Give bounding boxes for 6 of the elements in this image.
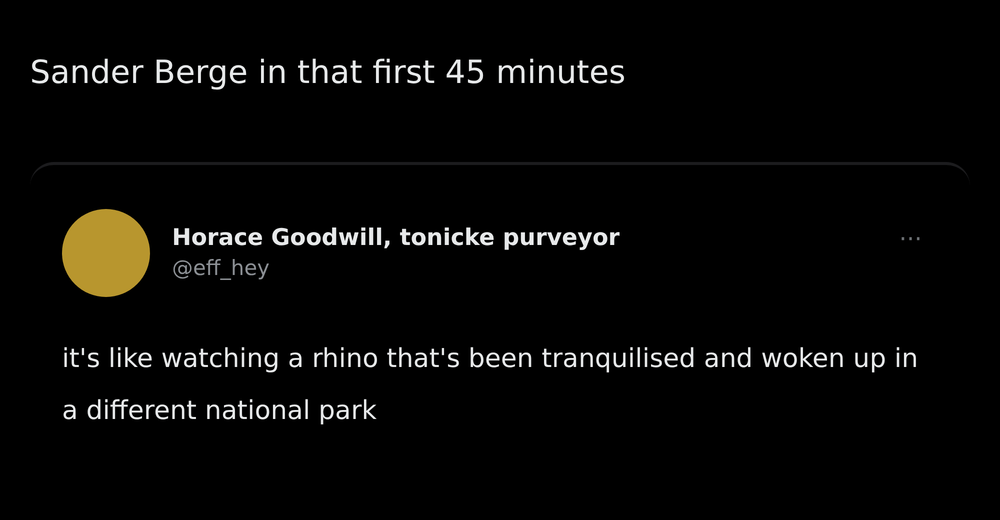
post-text: Sander Berge in that first 45 minutes bbox=[30, 52, 627, 93]
quoted-post-text: it's like watching a rhino that's been tranquilised and woken up in a different national park bbox=[62, 343, 920, 428]
author-handle[interactable]: @eff_hey bbox=[172, 253, 900, 283]
quoted-post-card[interactable]: Horace Goodwill, tonicke purveyor @eff_hey ··· it's like watching a rhino that's been tranquilised and woken up in a different national park bbox=[30, 162, 970, 520]
more-options-button[interactable]: ··· bbox=[899, 225, 922, 253]
author-name[interactable]: Horace Goodwill, tonicke purveyor bbox=[172, 223, 900, 253]
